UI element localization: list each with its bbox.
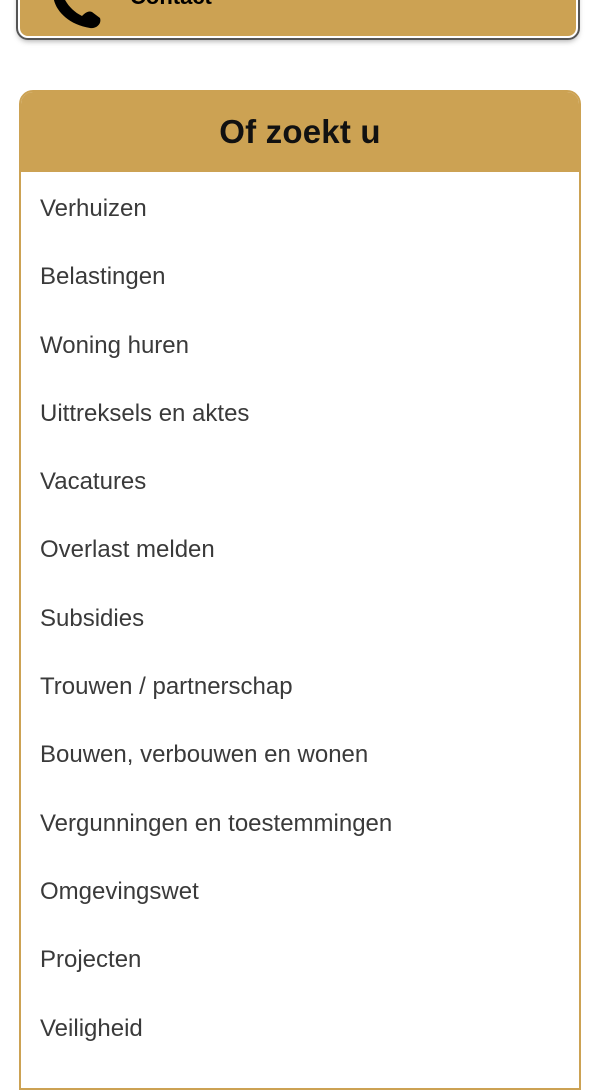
phone-icon (50, 0, 114, 30)
list-item: Bouwen, verbouwen en wonen (21, 740, 579, 808)
link-woning-huren[interactable]: Woning huren (40, 331, 189, 361)
list-item: Belastingen (21, 262, 579, 330)
suggestion-list: Verhuizen Belastingen Woning huren Uittr… (21, 172, 579, 1082)
link-veiligheid[interactable]: Veiligheid (40, 1014, 143, 1044)
link-uittreksels-en-aktes[interactable]: Uittreksels en aktes (40, 399, 249, 429)
link-belastingen[interactable]: Belastingen (40, 262, 165, 292)
search-suggestions-panel: Of zoekt u Verhuizen Belastingen Woning … (19, 90, 581, 1090)
link-verhuizen[interactable]: Verhuizen (40, 194, 147, 224)
list-item: Uittreksels en aktes (21, 399, 579, 467)
link-vergunningen-toestemmingen[interactable]: Vergunningen en toestemmingen (40, 809, 392, 839)
list-item: Vacatures (21, 467, 579, 535)
list-item: Trouwen / partnerschap (21, 672, 579, 740)
contact-label: Contact (130, 0, 212, 10)
link-trouwen-partnerschap[interactable]: Trouwen / partnerschap (40, 672, 293, 702)
link-omgevingswet[interactable]: Omgevingswet (40, 877, 199, 907)
link-subsidies[interactable]: Subsidies (40, 604, 144, 634)
panel-title: Of zoekt u (219, 113, 381, 150)
list-item: Vergunningen en toestemmingen (21, 809, 579, 877)
list-item: Subsidies (21, 604, 579, 672)
contact-card[interactable]: Contact (18, 0, 578, 38)
link-projecten[interactable]: Projecten (40, 945, 141, 975)
panel-header: Of zoekt u (21, 92, 579, 172)
list-item: Woning huren (21, 331, 579, 399)
list-item: Projecten (21, 945, 579, 1013)
list-item: Veiligheid (21, 1014, 579, 1082)
link-vacatures[interactable]: Vacatures (40, 467, 146, 497)
list-item: Overlast melden (21, 535, 579, 603)
link-overlast-melden[interactable]: Overlast melden (40, 535, 215, 565)
list-item: Verhuizen (21, 194, 579, 262)
link-bouwen-verbouwen-wonen[interactable]: Bouwen, verbouwen en wonen (40, 740, 368, 770)
list-item: Omgevingswet (21, 877, 579, 945)
